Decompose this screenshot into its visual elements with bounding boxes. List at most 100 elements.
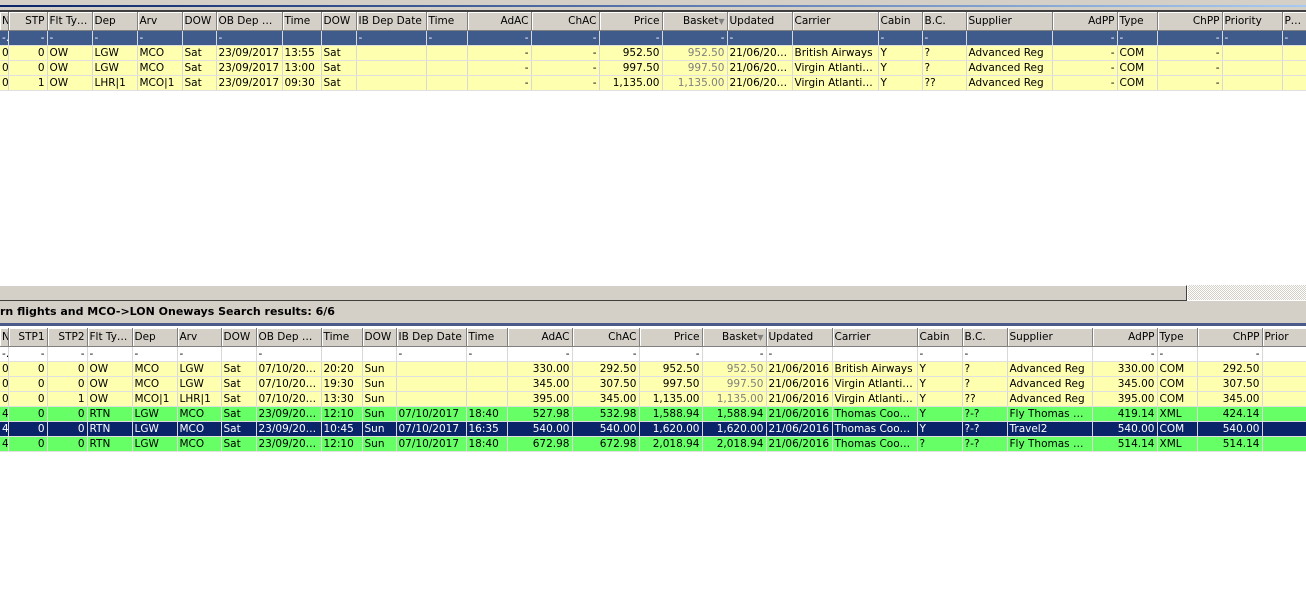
- header-row[interactable]: NSTPFlt TypeDepArvDOWOB Dep D...TimeDOWI…: [0, 12, 1306, 31]
- column-header[interactable]: STP: [8, 12, 48, 31]
- cell[interactable]: [182, 30, 217, 46]
- filter-row[interactable]: -------------------: [0, 346, 1306, 362]
- column-header[interactable]: OB Dep D...: [256, 328, 322, 347]
- column-header[interactable]: Arv: [177, 328, 222, 347]
- column-header[interactable]: Time: [426, 12, 468, 31]
- column-header[interactable]: Prior: [1262, 328, 1306, 347]
- cell[interactable]: -: [1157, 30, 1223, 46]
- cell[interactable]: -: [92, 30, 138, 46]
- data-row[interactable]: 000OWMCOLGWSat07/10/201719:30Sun345.0030…: [0, 376, 1306, 392]
- cell[interactable]: -: [466, 346, 508, 362]
- cell[interactable]: [282, 30, 322, 46]
- cell[interactable]: -: [727, 30, 793, 46]
- cell[interactable]: -: [132, 346, 178, 362]
- data-row[interactable]: 000OWMCOLGWSat07/10/201720:20Sun330.0029…: [0, 361, 1306, 377]
- header-row[interactable]: NSTP1STP2Flt TypeDepArvDOWOB Dep D...Tim…: [0, 328, 1306, 347]
- column-header[interactable]: Price: [599, 12, 663, 31]
- cell[interactable]: -: [356, 30, 427, 46]
- cell[interactable]: -: [0, 30, 9, 46]
- cell[interactable]: -: [1117, 30, 1158, 46]
- scrollbar-track[interactable]: [1188, 285, 1306, 300]
- cell[interactable]: -: [599, 30, 663, 46]
- cell[interactable]: -: [962, 346, 1008, 362]
- column-header[interactable]: Supplier: [1007, 328, 1093, 347]
- column-header[interactable]: ChPP: [1157, 12, 1223, 31]
- column-header[interactable]: N: [0, 12, 9, 31]
- data-row[interactable]: 00OWLGWMCOSat23/09/201713:00Sat--997.509…: [0, 60, 1306, 76]
- column-header[interactable]: Carrier: [792, 12, 879, 31]
- column-header[interactable]: STP1: [8, 328, 48, 347]
- column-header[interactable]: IB Dep Date: [396, 328, 467, 347]
- cell[interactable]: -: [1052, 30, 1118, 46]
- cell[interactable]: -: [662, 30, 728, 46]
- column-header[interactable]: Priority: [1222, 12, 1283, 31]
- column-header[interactable]: AdAC: [467, 12, 532, 31]
- cell[interactable]: [1262, 346, 1306, 362]
- cell[interactable]: [966, 30, 1053, 46]
- cell[interactable]: -: [426, 30, 468, 46]
- column-header[interactable]: OB Dep D...: [216, 12, 283, 31]
- cell[interactable]: [792, 30, 879, 46]
- column-header[interactable]: ChAC: [572, 328, 640, 347]
- column-header[interactable]: Basket▼: [662, 12, 728, 31]
- data-row[interactable]: 001OWMCO|1LHR|1Sat07/10/201713:30Sun395.…: [0, 391, 1306, 407]
- cell[interactable]: -: [1282, 30, 1306, 46]
- column-header[interactable]: Updated: [727, 12, 793, 31]
- column-header[interactable]: Time: [321, 328, 363, 347]
- column-header[interactable]: Updated: [766, 328, 833, 347]
- column-header[interactable]: AdPP: [1052, 12, 1118, 31]
- data-row[interactable]: 400RTNLGWMCOSat23/09/201712:10Sun07/10/2…: [0, 406, 1306, 422]
- column-header[interactable]: Arv: [137, 12, 183, 31]
- cell[interactable]: -: [47, 346, 88, 362]
- data-row[interactable]: 400RTNLGWMCOSat23/09/201712:10Sun07/10/2…: [0, 436, 1306, 452]
- cell[interactable]: -: [1197, 346, 1263, 362]
- cell[interactable]: -: [507, 346, 573, 362]
- column-header[interactable]: IB Dep Date: [356, 12, 427, 31]
- cell[interactable]: [362, 346, 397, 362]
- cell[interactable]: -: [8, 30, 48, 46]
- column-header[interactable]: STP2: [47, 328, 88, 347]
- cell[interactable]: -: [572, 346, 640, 362]
- cell[interactable]: -: [1222, 30, 1283, 46]
- column-header[interactable]: Carrier: [832, 328, 918, 347]
- column-header[interactable]: Flt Type: [47, 12, 93, 31]
- column-header[interactable]: DOW: [321, 12, 357, 31]
- column-header[interactable]: AdPP: [1092, 328, 1158, 347]
- column-header[interactable]: Basket▼: [702, 328, 767, 347]
- horizontal-scrollbar[interactable]: [0, 285, 1187, 301]
- column-header[interactable]: DOW: [221, 328, 257, 347]
- cell[interactable]: -: [1157, 346, 1198, 362]
- column-header[interactable]: Dep: [132, 328, 178, 347]
- cell[interactable]: -: [917, 346, 963, 362]
- column-header[interactable]: Dep: [92, 12, 138, 31]
- cell[interactable]: -: [467, 30, 532, 46]
- cell[interactable]: -: [8, 346, 48, 362]
- column-header[interactable]: Time: [466, 328, 508, 347]
- column-header[interactable]: Price: [639, 328, 703, 347]
- filter-row[interactable]: --------------------: [0, 30, 1306, 46]
- column-header[interactable]: Type: [1117, 12, 1158, 31]
- column-header[interactable]: B.C.: [922, 12, 967, 31]
- cell[interactable]: -: [1092, 346, 1158, 362]
- cell[interactable]: [1007, 346, 1093, 362]
- column-header[interactable]: Cabin: [878, 12, 923, 31]
- cell[interactable]: -: [137, 30, 183, 46]
- data-row[interactable]: 400RTNLGWMCOSat23/09/201710:45Sun07/10/2…: [0, 421, 1306, 437]
- column-header[interactable]: Cabin: [917, 328, 963, 347]
- data-row[interactable]: 01OWLHR|1MCO|1Sat23/09/201709:30Sat--1,1…: [0, 75, 1306, 91]
- cell[interactable]: -: [47, 30, 93, 46]
- column-header[interactable]: DOW: [362, 328, 397, 347]
- cell[interactable]: -: [878, 30, 923, 46]
- cell[interactable]: -: [531, 30, 600, 46]
- cell[interactable]: -: [216, 30, 283, 46]
- cell[interactable]: -: [177, 346, 222, 362]
- cell[interactable]: [321, 346, 363, 362]
- column-header[interactable]: ChAC: [531, 12, 600, 31]
- cell[interactable]: [321, 30, 357, 46]
- column-header[interactable]: Type: [1157, 328, 1198, 347]
- column-header[interactable]: N: [0, 328, 9, 347]
- column-header[interactable]: ChPP: [1197, 328, 1263, 347]
- cell[interactable]: -: [639, 346, 703, 362]
- cell[interactable]: -: [922, 30, 967, 46]
- data-row[interactable]: 00OWLGWMCOSat23/09/201713:55Sat--952.509…: [0, 45, 1306, 61]
